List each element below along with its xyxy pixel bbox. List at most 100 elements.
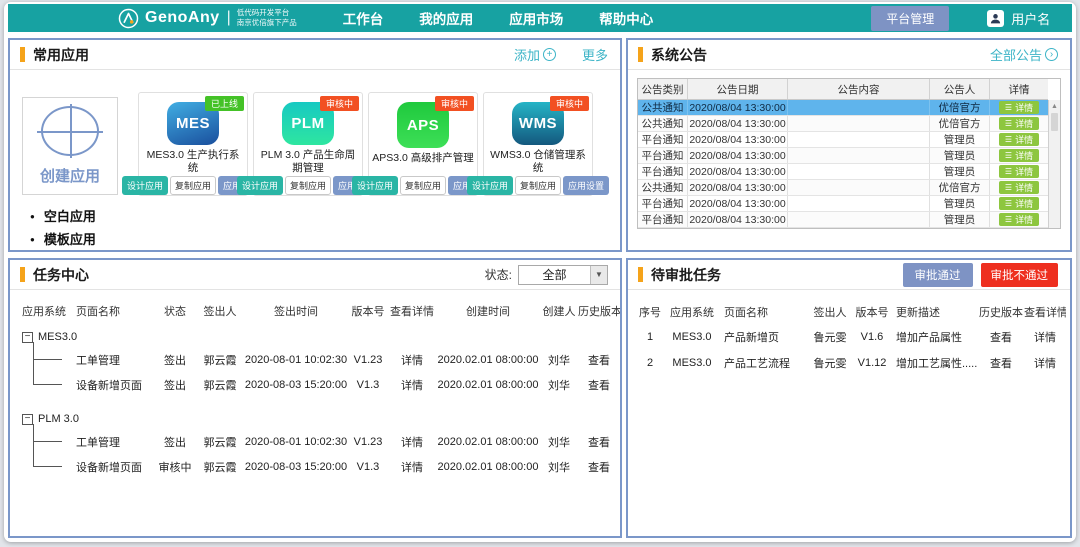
nav-workbench[interactable]: 工作台	[341, 3, 386, 33]
app-card-wms[interactable]: 审核中 WMS WMS3.0 仓储管理系统 设计应用 复制应用 应用设置	[483, 92, 593, 196]
task-checkout-time: 2020-08-01 10:02:30	[244, 436, 348, 448]
scroll-up-icon[interactable]: ▲	[1049, 100, 1060, 110]
announcement-publisher: 优倍官方	[930, 180, 990, 195]
task-status: 签出	[154, 377, 196, 393]
announcement-row[interactable]: 平台通知 2020/08/04 13:30:00 管理员 ☰详情	[638, 148, 1048, 164]
add-app-link[interactable]: 添加 +	[514, 45, 556, 64]
announcement-detail-button[interactable]: ☰详情	[999, 165, 1039, 178]
copy-app-button[interactable]: 复制应用	[400, 176, 446, 195]
announcement-date: 2020/08/04 13:30:00	[688, 148, 788, 163]
task-table: 应用系统 页面名称 状态 签出人 签出时间 版本号 查看详情 创建时间 创建人 …	[10, 290, 620, 479]
copy-app-button[interactable]: 复制应用	[515, 176, 561, 195]
approval-row[interactable]: 1 MES3.0 产品新增页 鲁元雯 V1.6 增加产品属性 查看 详情	[636, 324, 1062, 350]
announcement-row[interactable]: 平台通知 2020/08/04 13:30:00 管理员 ☰详情	[638, 132, 1048, 148]
app-card-plm[interactable]: 审核中 PLM PLM 3.0 产品生命周期管理 设计应用 复制应用 应用设置	[253, 92, 363, 196]
announcement-content	[788, 116, 930, 131]
announcement-detail-button[interactable]: ☰详情	[999, 117, 1039, 130]
approval-detail-link[interactable]: 详情	[1024, 355, 1066, 371]
genoany-logo-icon	[118, 8, 139, 29]
create-app-card[interactable]: 创建应用	[22, 97, 118, 195]
col-header: 详情	[990, 79, 1048, 99]
task-creator: 刘华	[540, 459, 578, 475]
announcement-row[interactable]: 平台通知 2020/08/04 13:30:00 管理员 ☰详情	[638, 164, 1048, 180]
approval-row[interactable]: 2 MES3.0 产品工艺流程 鲁元雯 V1.12 增加工艺属性...... 查…	[636, 350, 1062, 376]
col-header: 应用系统	[22, 303, 76, 319]
all-announcements-label: 全部公告	[990, 45, 1042, 64]
app-card-mes[interactable]: 已上线 MES MES3.0 生产执行系统 设计应用 复制应用 应用设置	[138, 92, 248, 196]
tagline-line1: 低代码开发平台	[237, 8, 290, 17]
vertical-scrollbar[interactable]: ▲	[1048, 100, 1060, 228]
add-app-label: 添加	[514, 45, 540, 64]
announcement-category: 公共通知	[638, 180, 688, 195]
task-row[interactable]: 设备新增页面 审核中 郭云霞 2020-08-03 15:20:00 V1.3 …	[22, 454, 620, 479]
design-app-button[interactable]: 设计应用	[352, 176, 398, 195]
tree-collapse-icon[interactable]: −	[22, 332, 33, 343]
workbench-page: GenoAny | 低代码开发平台 南京优倍旗下产品 工作台 我的应用 应用市场…	[0, 0, 1080, 547]
announcement-publisher: 管理员	[930, 212, 990, 227]
announcement-detail-button[interactable]: ☰详情	[999, 133, 1039, 146]
app-settings-button[interactable]: 应用设置	[563, 176, 609, 195]
nav-app-market[interactable]: 应用市场	[507, 3, 565, 33]
task-history-link[interactable]: 查看	[578, 434, 620, 450]
approve-button[interactable]: 审批通过	[903, 263, 973, 287]
task-detail-link[interactable]: 详情	[388, 434, 436, 450]
status-select[interactable]: 全部 ▼	[518, 265, 608, 285]
design-app-button[interactable]: 设计应用	[122, 176, 168, 195]
task-row[interactable]: 工单管理 签出 郭云霞 2020-08-01 10:02:30 V1.23 详情…	[22, 347, 620, 372]
task-detail-link[interactable]: 详情	[388, 352, 436, 368]
nav-help-center[interactable]: 帮助中心	[597, 3, 655, 33]
reject-button[interactable]: 审批不通过	[981, 263, 1059, 287]
task-created-time: 2020.02.01 08:00:00	[436, 379, 540, 391]
task-detail-link[interactable]: 详情	[388, 459, 436, 475]
col-header: 版本号	[852, 304, 892, 320]
announcement-publisher: 管理员	[930, 148, 990, 163]
task-row[interactable]: 设备新增页面 签出 郭云霞 2020-08-03 15:20:00 V1.3 详…	[22, 372, 620, 397]
all-announcements-link[interactable]: 全部公告 ›	[990, 45, 1058, 64]
task-row[interactable]: 工单管理 签出 郭云霞 2020-08-01 10:02:30 V1.23 详情…	[22, 429, 620, 454]
copy-app-button[interactable]: 复制应用	[170, 176, 216, 195]
announcement-detail-button[interactable]: ☰详情	[999, 149, 1039, 162]
announcement-detail-button[interactable]: ☰详情	[999, 213, 1039, 226]
nav-my-apps[interactable]: 我的应用	[417, 3, 475, 33]
task-history-link[interactable]: 查看	[578, 459, 620, 475]
scrollbar-thumb[interactable]	[1051, 113, 1058, 131]
task-history-link[interactable]: 查看	[578, 377, 620, 393]
design-app-button[interactable]: 设计应用	[237, 176, 283, 195]
col-header: 查看详情	[1024, 304, 1066, 320]
task-detail-link[interactable]: 详情	[388, 377, 436, 393]
blank-app-option[interactable]: 空白应用	[30, 205, 138, 228]
approval-detail-link[interactable]: 详情	[1024, 329, 1066, 345]
announcement-row[interactable]: 平台通知 2020/08/04 13:30:00 管理员 ☰详情	[638, 212, 1048, 228]
announcement-row[interactable]: 公共通知 2020/08/04 13:30:00 优倍官方 ☰详情	[638, 100, 1048, 116]
tree-collapse-icon[interactable]: −	[22, 414, 33, 425]
detail-label: 详情	[1015, 165, 1033, 178]
task-page-name: 设备新增页面	[76, 377, 154, 393]
col-header: 序号	[636, 304, 664, 320]
approvals-panel: 待审批任务 审批通过 审批不通过 序号 应用系统 页面名称 签出人 版本号 更新…	[626, 258, 1072, 538]
announcement-detail-button[interactable]: ☰详情	[999, 181, 1039, 194]
col-header: 创建时间	[436, 303, 540, 319]
list-icon: ☰	[1005, 120, 1012, 128]
more-apps-link[interactable]: 更多	[582, 45, 608, 64]
status-badge: 审核中	[550, 96, 589, 111]
col-header: 公告类别	[638, 79, 688, 99]
chevron-down-icon[interactable]: ▼	[590, 266, 607, 284]
approval-history-link[interactable]: 查看	[978, 329, 1024, 345]
user-menu[interactable]: 用户名	[987, 9, 1050, 28]
platform-manage-button[interactable]: 平台管理	[871, 6, 949, 31]
apps-row: 创建应用 空白应用 模板应用 已上线 MES MES3.0 生产执行系统 设计应…	[10, 70, 620, 251]
announcement-publisher: 管理员	[930, 164, 990, 179]
design-app-button[interactable]: 设计应用	[467, 176, 513, 195]
announcement-detail-button[interactable]: ☰详情	[999, 101, 1039, 114]
copy-app-button[interactable]: 复制应用	[285, 176, 331, 195]
task-history-link[interactable]: 查看	[578, 352, 620, 368]
app-card-aps[interactable]: 审核中 APS APS3.0 高级排产管理 设计应用 复制应用 应用设置	[368, 92, 478, 196]
template-app-option[interactable]: 模板应用	[30, 228, 138, 251]
announcement-row[interactable]: 平台通知 2020/08/04 13:30:00 管理员 ☰详情	[638, 196, 1048, 212]
col-header: 签出时间	[244, 303, 348, 319]
announcement-row[interactable]: 公共通知 2020/08/04 13:30:00 优倍官方 ☰详情	[638, 116, 1048, 132]
detail-label: 详情	[1015, 181, 1033, 194]
announcement-detail-button[interactable]: ☰详情	[999, 197, 1039, 210]
announcement-row[interactable]: 公共通知 2020/08/04 13:30:00 优倍官方 ☰详情	[638, 180, 1048, 196]
approval-history-link[interactable]: 查看	[978, 355, 1024, 371]
